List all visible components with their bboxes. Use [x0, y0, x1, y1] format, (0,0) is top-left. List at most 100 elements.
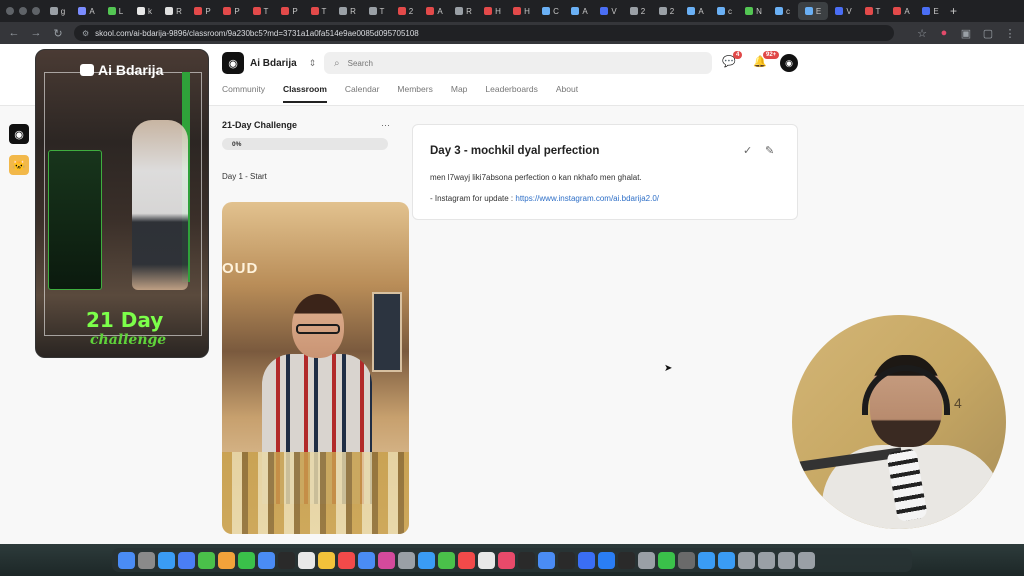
minimize-window-button[interactable] [19, 7, 27, 15]
reload-icon[interactable]: ↻ [52, 27, 64, 40]
browser-tab[interactable]: V [595, 2, 622, 20]
community-brand[interactable]: ◉ Ai Bdarija ⇕ [222, 52, 316, 74]
tab-leaderboards[interactable]: Leaderboards [485, 84, 537, 103]
extensions-puzzle-icon[interactable]: ▣ [960, 27, 972, 40]
dock-app-icon[interactable] [258, 551, 275, 569]
dock-app-icon[interactable] [318, 551, 335, 569]
address-bar[interactable]: ⚙ skool.com/ai-bdarija-9896/classroom/9a… [74, 25, 894, 41]
course-more-icon[interactable]: ⋯ [381, 120, 390, 131]
dock-app-icon[interactable] [738, 551, 755, 569]
dock-app-icon[interactable] [278, 551, 295, 569]
dock-app-icon[interactable] [438, 551, 455, 569]
new-tab-button[interactable]: + [950, 4, 957, 18]
tab-calendar[interactable]: Calendar [345, 84, 380, 103]
dock-app-icon[interactable] [398, 551, 415, 569]
back-icon[interactable]: ← [8, 27, 20, 39]
browser-tab[interactable]: A [73, 2, 100, 20]
extension-icon[interactable]: ● [938, 27, 950, 40]
dock-app-icon[interactable] [798, 551, 815, 569]
dock-app-icon[interactable] [178, 551, 195, 569]
browser-tab[interactable]: A [888, 2, 915, 20]
browser-tab[interactable]: T [247, 2, 274, 20]
community-shortcut-icon[interactable]: ◉ [9, 124, 29, 144]
tab-community[interactable]: Community [222, 84, 265, 103]
dock-app-icon[interactable] [518, 551, 535, 569]
browser-tab[interactable]: E [917, 2, 944, 20]
maximize-window-button[interactable] [32, 7, 40, 15]
tab-map[interactable]: Map [451, 84, 468, 103]
dock-app-icon[interactable] [718, 551, 735, 569]
browser-tab[interactable]: P [276, 2, 303, 20]
dock-app-icon[interactable] [238, 551, 255, 569]
browser-tab[interactable]: P [189, 2, 216, 20]
browser-tab[interactable]: k [131, 2, 158, 20]
dock-app-icon[interactable] [418, 551, 435, 569]
browser-tab[interactable]: E [798, 2, 828, 20]
promo-video-left[interactable]: Ai Bdarija 21 Day challenge [35, 49, 209, 358]
browser-tab[interactable]: 2 [624, 2, 651, 20]
dock-app-icon[interactable] [598, 551, 615, 569]
dock-app-icon[interactable] [778, 551, 795, 569]
dock-app-icon[interactable] [198, 551, 215, 569]
forward-icon[interactable]: → [30, 27, 42, 39]
dock-app-icon[interactable] [378, 551, 395, 569]
dock-app-icon[interactable] [638, 551, 655, 569]
close-window-button[interactable] [6, 7, 14, 15]
browser-tab[interactable]: N [740, 2, 767, 20]
browser-tab[interactable]: c [711, 2, 738, 20]
browser-tab[interactable]: H [479, 2, 506, 20]
dock-app-icon[interactable] [218, 551, 235, 569]
browser-tab[interactable]: T [859, 2, 886, 20]
instagram-link[interactable]: https://www.instagram.com/ai.bdarija2.0/ [515, 194, 659, 203]
browser-tab[interactable]: P [218, 2, 245, 20]
browser-tab[interactable]: T [305, 2, 332, 20]
community-switcher-icon[interactable]: ⇕ [309, 58, 317, 69]
search-input[interactable] [347, 58, 668, 68]
dock-app-icon[interactable] [658, 551, 675, 569]
dock-app-icon[interactable] [758, 551, 775, 569]
dock-app-icon[interactable] [138, 551, 155, 569]
dock-app-icon[interactable] [458, 551, 475, 569]
tab-classroom[interactable]: Classroom [282, 84, 327, 103]
dock-app-icon[interactable] [698, 551, 715, 569]
browser-tab[interactable]: H [508, 2, 535, 20]
tab-members[interactable]: Members [397, 84, 432, 103]
browser-tab[interactable]: R [450, 2, 477, 20]
search-bar[interactable]: ⌕ [324, 52, 712, 74]
tab-about[interactable]: About [556, 84, 578, 103]
browser-tab[interactable]: R [160, 2, 187, 20]
browser-tab[interactable]: C [537, 2, 564, 20]
user-avatar[interactable]: ◉ [780, 54, 798, 72]
dock-app-icon[interactable] [338, 551, 355, 569]
mark-complete-icon[interactable]: ✓ [743, 144, 752, 157]
browser-tab[interactable]: T [363, 2, 390, 20]
dock-app-icon[interactable] [538, 551, 555, 569]
menu-icon[interactable]: ⋮ [1004, 27, 1016, 40]
lesson-video[interactable]: OUD [222, 202, 409, 534]
edit-pencil-icon[interactable]: ✎ [765, 144, 774, 157]
site-info-icon[interactable]: ⚙ [82, 29, 89, 38]
browser-tab[interactable]: L [102, 2, 129, 20]
community-cat-icon[interactable]: 🐱 [9, 155, 29, 175]
bookmark-star-icon[interactable]: ☆ [916, 27, 928, 40]
sidebar-icon[interactable]: ▢ [982, 27, 994, 40]
browser-tab[interactable]: g [44, 2, 71, 20]
browser-tab[interactable]: A [566, 2, 593, 20]
dock-app-icon[interactable] [498, 551, 515, 569]
dock-app-icon[interactable] [678, 551, 695, 569]
dock-app-icon[interactable] [158, 551, 175, 569]
dock-app-icon[interactable] [478, 551, 495, 569]
dock-app-icon[interactable] [358, 551, 375, 569]
browser-tab[interactable]: 2 [392, 2, 419, 20]
browser-tab[interactable]: c [769, 2, 796, 20]
browser-tab[interactable]: A [682, 2, 709, 20]
browser-tab[interactable]: 2 [653, 2, 680, 20]
browser-tab[interactable]: A [421, 2, 448, 20]
dock-app-icon[interactable] [618, 551, 635, 569]
browser-tab[interactable]: V [830, 2, 857, 20]
dock-app-icon[interactable] [578, 551, 595, 569]
module-item[interactable]: Day 1 - Start [222, 172, 398, 181]
dock-app-icon[interactable] [118, 551, 135, 569]
dock-app-icon[interactable] [298, 551, 315, 569]
browser-tab[interactable]: R [334, 2, 361, 20]
